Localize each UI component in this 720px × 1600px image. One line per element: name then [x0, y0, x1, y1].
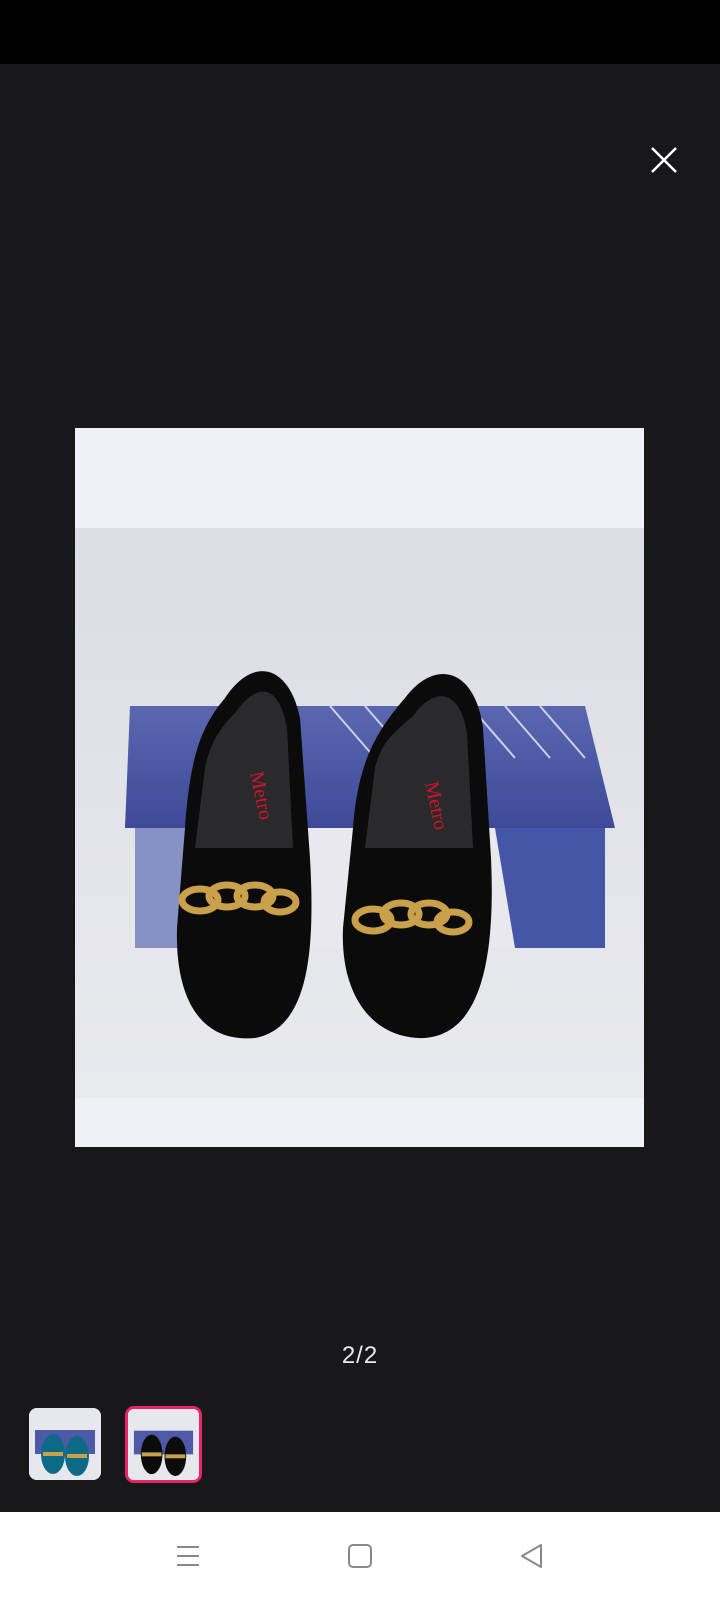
close-button[interactable]: [644, 140, 684, 180]
close-icon: [651, 147, 677, 173]
image-counter: 2/2: [341, 1342, 379, 1369]
status-bar: [0, 0, 720, 64]
menu-icon: [177, 1546, 199, 1566]
navigation-bar: [0, 1512, 720, 1600]
back-icon: [521, 1544, 542, 1568]
recent-apps-button[interactable]: [166, 1534, 210, 1578]
home-button[interactable]: [338, 1534, 382, 1578]
thumbnail-black-loafers[interactable]: [125, 1406, 202, 1483]
product-photo: Metro Metro: [75, 528, 644, 1098]
home-icon: [348, 1544, 372, 1568]
product-image[interactable]: Metro Metro: [75, 428, 644, 1147]
thumbnail-teal-loafers[interactable]: [29, 1408, 101, 1480]
back-button[interactable]: [510, 1534, 554, 1578]
